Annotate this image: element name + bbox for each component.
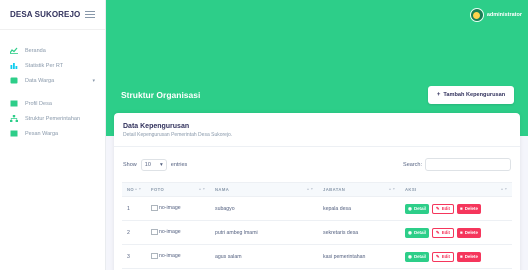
table-row: 2 no-image putri ambeg lmami sekretaris …: [122, 220, 512, 245]
cell-foto: no-image: [146, 220, 210, 245]
trash-icon: ■: [459, 254, 463, 259]
sort-icon: ▲▼: [134, 187, 142, 191]
column-header-no[interactable]: NO ▲▼: [122, 182, 146, 197]
edit-icon: ✎: [435, 205, 440, 211]
sort-icon: ▲▼: [198, 187, 206, 191]
delete-button[interactable]: ■ Delete: [456, 203, 481, 214]
cell-nama: agus salam: [210, 244, 318, 269]
cell-aksi: ◉ Detail ✎ Edit ■ Delete: [400, 196, 512, 221]
edit-button[interactable]: ✎ Edit: [431, 227, 454, 238]
entries-label: entries: [170, 161, 188, 168]
chart-icon: [10, 47, 18, 54]
sort-icon: ▲▼: [388, 187, 396, 191]
sidebar-item-pesan-warga[interactable]: Pesan Warga: [0, 126, 105, 141]
entries-control: Show 10 ▾ entries: [123, 158, 188, 171]
show-label: Show: [123, 161, 137, 168]
trash-icon: ■: [459, 230, 463, 235]
kepengurusan-table: NO ▲▼ FOTO ▲▼ NAMA ▲▼ JABATAN ▲▼ AKSI ▲▼ 1 no…: [122, 182, 512, 269]
sort-icon: ▲▼: [500, 187, 508, 191]
cell-no: 2: [122, 220, 146, 245]
cell-jabatan: sekretaris desa: [318, 220, 400, 245]
nav-separator: [0, 88, 105, 96]
delete-button[interactable]: ■ Delete: [456, 227, 481, 238]
sidebar-nav: Beranda Statistik Per RT Data Warga ▾ Pr…: [0, 30, 105, 141]
edit-icon: ✎: [435, 253, 440, 259]
edit-button[interactable]: ✎ Edit: [431, 251, 454, 262]
card-header: Data Kepengurusan Detail Kepengurusan Pe…: [114, 113, 520, 147]
cell-aksi: ◉ Detail ✎ Edit ■ Delete: [400, 220, 512, 245]
sidebar-item-label: Statistik Per RT: [25, 62, 64, 69]
sidebar-item-beranda[interactable]: Beranda: [0, 43, 105, 58]
add-kepengurusan-label: Tambah Kepengurusan: [443, 92, 506, 98]
sidebar-item-data-warga[interactable]: Data Warga ▾: [0, 73, 105, 88]
column-header-jabatan[interactable]: JABATAN ▲▼: [318, 182, 400, 197]
sidebar-item-statistik[interactable]: Statistik Per RT: [0, 58, 105, 73]
search-control: Search:: [403, 158, 511, 171]
table-row: 1 no-image subagyo kepala desa ◉ Detail ✎…: [122, 196, 512, 221]
eye-icon: ◉: [408, 205, 412, 211]
cell-jabatan: kasi pemerintahan: [318, 244, 400, 269]
avatar: [469, 8, 484, 22]
add-kepengurusan-button[interactable]: + Tambah Kepengurusan: [428, 86, 514, 104]
sidebar-item-label: Beranda: [25, 47, 46, 54]
sort-icon: ▲▼: [306, 187, 314, 191]
edit-icon: ✎: [435, 229, 440, 235]
sidebar-item-label: Profil Desa: [25, 100, 52, 107]
cell-aksi: ◉ Detail ✎ Edit ■ Delete: [400, 244, 512, 269]
sidebar-item-label: Data Warga: [25, 77, 55, 84]
table-header-row: NO ▲▼ FOTO ▲▼ NAMA ▲▼ JABATAN ▲▼ AKSI ▲▼: [122, 182, 512, 197]
trash-icon: ■: [459, 206, 463, 211]
user-plus-icon: +: [436, 92, 441, 98]
top-navbar: administrator: [106, 0, 528, 30]
sidebar-item-label: Pesan Warga: [25, 130, 59, 137]
sidebar-toggle-icon[interactable]: [85, 10, 95, 19]
cell-no: 3: [122, 244, 146, 269]
search-input[interactable]: [425, 158, 511, 171]
brand: DESA SUKOREJO: [0, 0, 105, 30]
data-card: Data Kepengurusan Detail Kepengurusan Pe…: [114, 113, 520, 270]
eye-icon: ◉: [408, 229, 412, 235]
image-placeholder-icon: no-image: [151, 228, 181, 235]
entries-select[interactable]: 10 ▾: [140, 158, 167, 171]
bar-chart-icon: [10, 62, 18, 69]
table-row: 3 no-image agus salam kasi pemerintahan …: [122, 244, 512, 269]
card-subtitle: Detail Kepengurusan Pemerintah Desa Suko…: [123, 132, 233, 138]
sidebar: DESA SUKOREJO Beranda Statistik Per RT D…: [0, 0, 106, 270]
table-controls: Show 10 ▾ entries Search:: [114, 147, 520, 182]
column-header-foto[interactable]: FOTO ▲▼: [146, 182, 210, 197]
user-menu[interactable]: administrator: [469, 8, 522, 22]
cell-foto: no-image: [146, 196, 210, 221]
eye-icon: ◉: [408, 253, 412, 259]
users-icon: [10, 77, 18, 84]
detail-button[interactable]: ◉ Detail: [405, 227, 429, 238]
entries-value: 10: [144, 161, 151, 168]
image-placeholder-icon: no-image: [151, 204, 181, 211]
cell-jabatan: kepala desa: [318, 196, 400, 221]
sitemap-icon: [10, 115, 18, 122]
sidebar-item-struktur[interactable]: Struktur Pemerintahan: [0, 111, 105, 126]
brand-title: DESA SUKOREJO: [10, 10, 81, 19]
detail-button[interactable]: ◉ Detail: [405, 251, 429, 262]
card-title: Data Kepengurusan: [123, 123, 190, 130]
sidebar-item-label: Struktur Pemerintahan: [25, 115, 81, 122]
chevron-down-icon: ▾: [160, 161, 163, 168]
column-header-aksi[interactable]: AKSI ▲▼: [400, 182, 512, 197]
sidebar-item-profil-desa[interactable]: Profil Desa: [0, 96, 105, 111]
edit-button[interactable]: ✎ Edit: [431, 203, 454, 214]
cell-no: 1: [122, 196, 146, 221]
chevron-down-icon: ▾: [92, 77, 95, 84]
column-header-nama[interactable]: NAMA ▲▼: [210, 182, 318, 197]
building-icon: [10, 100, 18, 107]
message-icon: [10, 130, 18, 137]
cell-nama: putri ambeg lmami: [210, 220, 318, 245]
user-name: administrator: [486, 12, 522, 18]
search-label: Search:: [403, 161, 422, 168]
cell-foto: no-image: [146, 244, 210, 269]
delete-button[interactable]: ■ Delete: [456, 251, 481, 262]
page-title: Struktur Organisasi: [121, 90, 201, 100]
detail-button[interactable]: ◉ Detail: [405, 203, 429, 214]
image-placeholder-icon: no-image: [151, 252, 181, 259]
cell-nama: subagyo: [210, 196, 318, 221]
